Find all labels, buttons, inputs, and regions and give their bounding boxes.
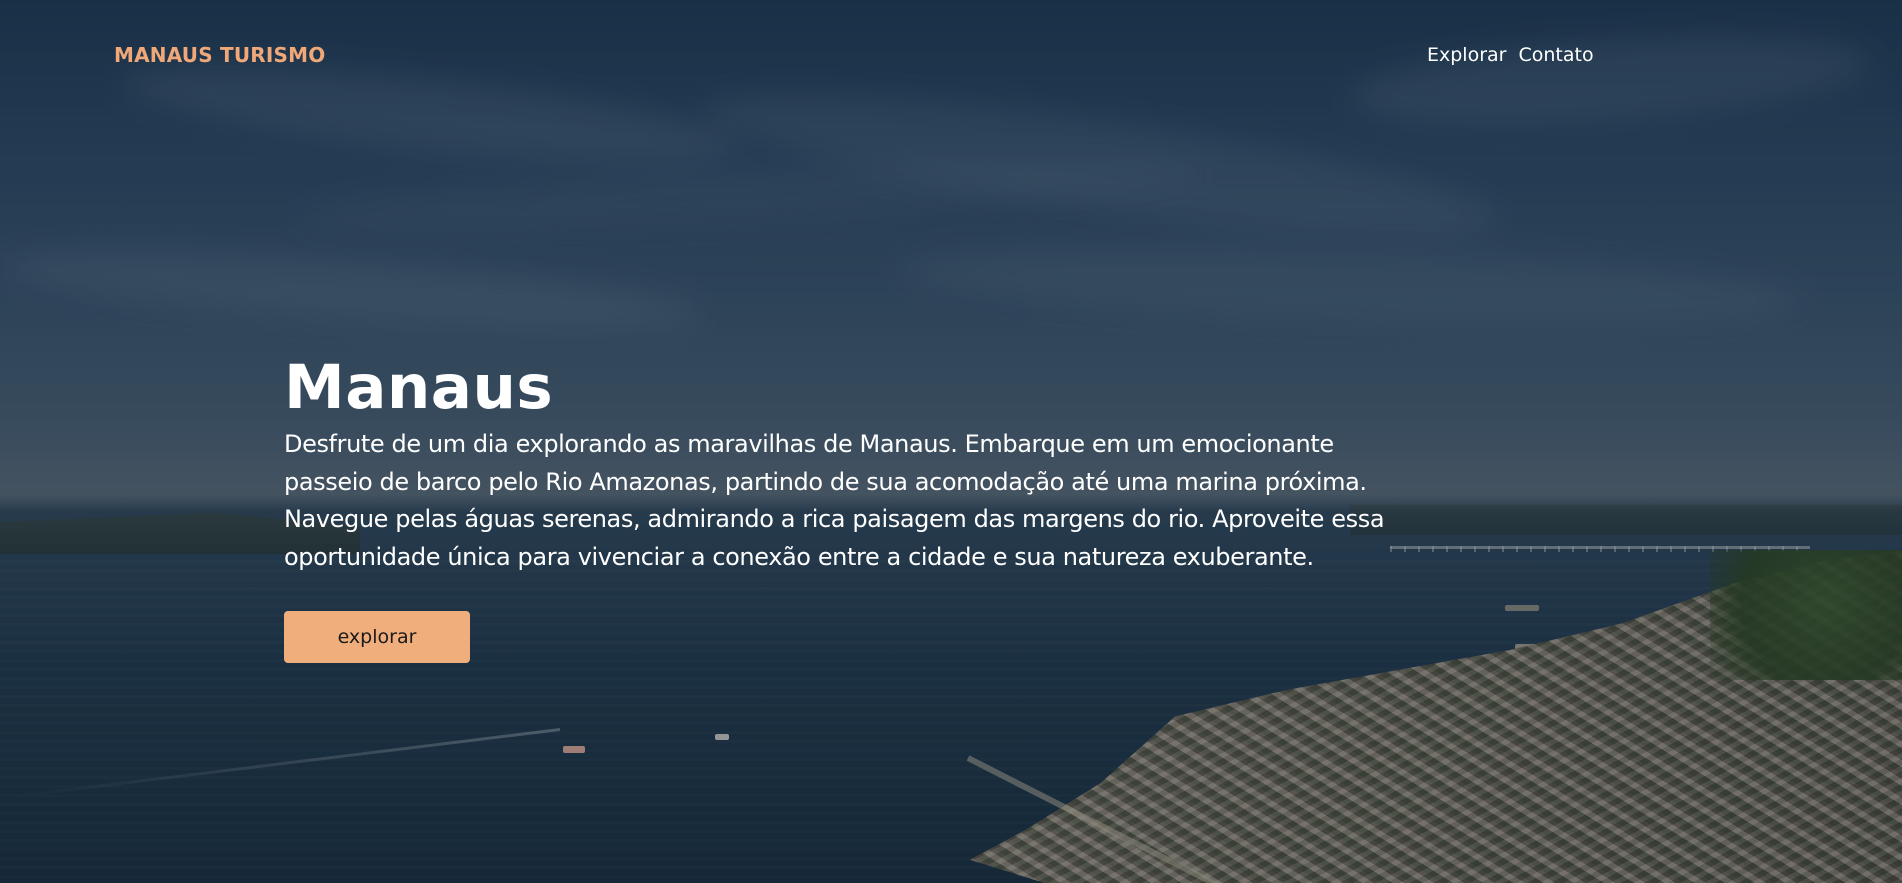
hero-description: Desfrute de um dia explorando as maravil…: [284, 430, 1385, 571]
hero-section: MANAUS TURISMO Explorar Contato Manaus D…: [0, 0, 1902, 883]
explorar-button[interactable]: explorar: [284, 611, 470, 663]
hero-title: Manaus: [284, 352, 554, 423]
site-header: MANAUS TURISMO Explorar Contato: [0, 0, 1902, 112]
hero-content: Manaus Desfrute de um dia explorando as …: [284, 352, 1404, 663]
nav-link-explorar[interactable]: Explorar: [1427, 44, 1506, 66]
main-nav: Explorar Contato: [1427, 44, 1594, 66]
nav-link-contato[interactable]: Contato: [1518, 44, 1593, 66]
brand-logo-link[interactable]: MANAUS TURISMO: [114, 43, 325, 67]
